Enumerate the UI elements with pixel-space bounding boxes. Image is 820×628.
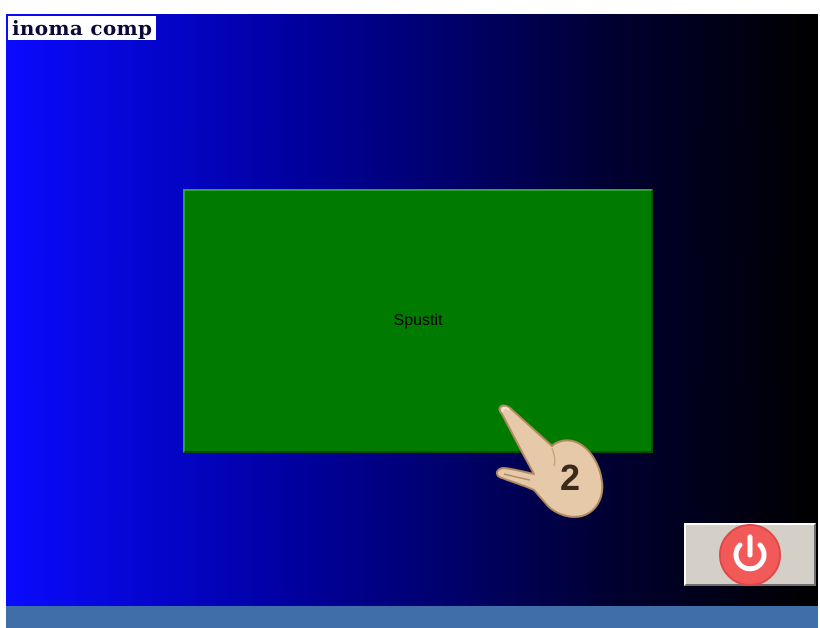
- hmi-screen: inoma comp Spustit 2: [6, 14, 818, 606]
- power-button[interactable]: [684, 523, 816, 586]
- power-icon: [719, 523, 781, 586]
- brand-logo: inoma comp: [8, 16, 157, 40]
- touch-step-number: 2: [560, 457, 580, 498]
- start-button-label: Spustit: [393, 312, 443, 329]
- tap-hand-icon: 2: [496, 404, 604, 518]
- status-bar: [6, 606, 818, 628]
